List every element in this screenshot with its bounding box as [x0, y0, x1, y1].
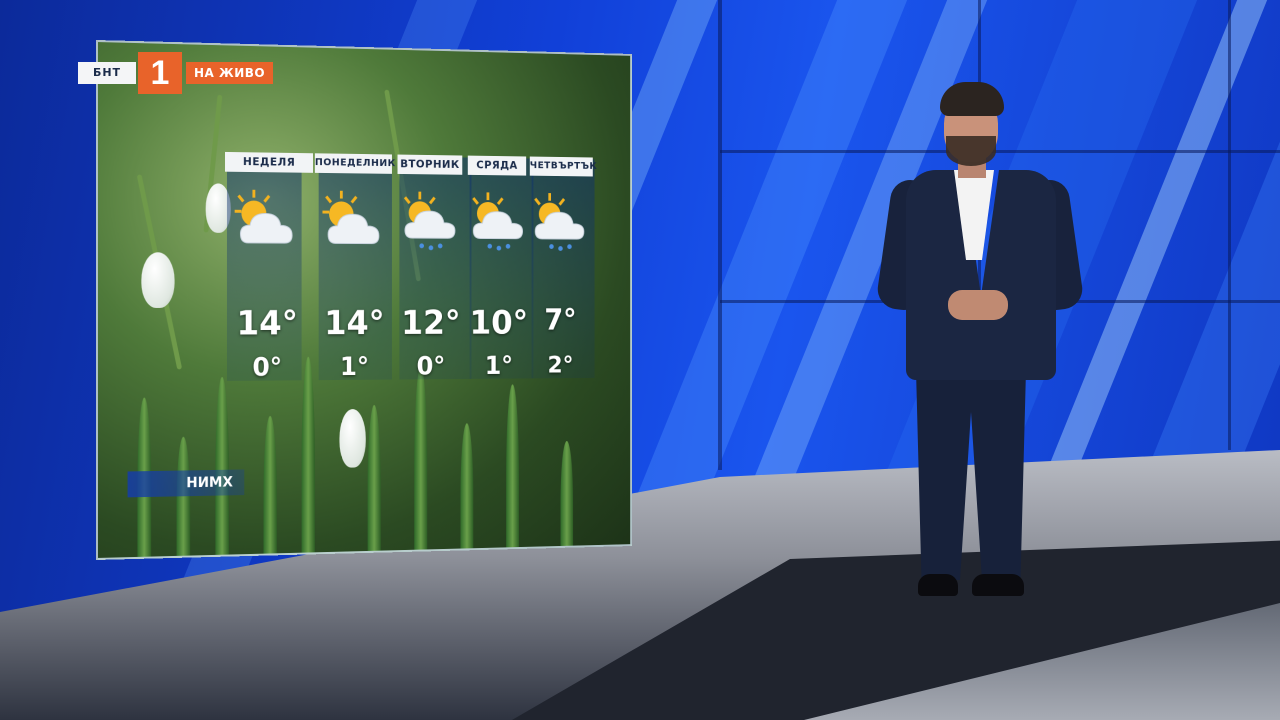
presenter-hands — [948, 290, 1008, 320]
forecast-video-wall: НЕДЕЛЯ 14° 0° ПОНЕДЕЛНИК 14° 1° ВТОРНИК … — [96, 40, 632, 560]
high-temperature: 14° — [236, 303, 298, 344]
day-label: ЧЕТВЪРТЪК — [529, 156, 597, 177]
day-label: НЕДЕЛЯ — [225, 151, 313, 173]
channel-logo: 1 — [138, 52, 182, 94]
data-source-label: НИМХ — [127, 469, 245, 498]
channel-name-strip: БНТ — [78, 62, 136, 84]
high-temperature: 7° — [544, 303, 577, 338]
low-temperature: 1° — [339, 352, 370, 382]
presenter-hair — [940, 82, 1004, 116]
sun-cloud-rain-icon — [398, 188, 468, 251]
presenter-beard — [946, 136, 996, 166]
day-label: ВТОРНИК — [397, 154, 463, 175]
wall-seam — [718, 0, 722, 470]
sun-cloud-rain-icon — [528, 189, 596, 251]
grass-blade — [414, 365, 428, 560]
grass-blade — [176, 436, 191, 560]
day-label: СРЯДА — [467, 155, 527, 176]
grass-blade — [367, 404, 381, 560]
low-temperature: 0° — [416, 352, 446, 382]
high-temperature: 10° — [469, 303, 529, 343]
grass-blade — [460, 423, 474, 560]
grass-blade — [263, 415, 277, 560]
presenter-shoe — [918, 574, 958, 596]
low-temperature: 0° — [252, 352, 283, 383]
low-temperature: 1° — [484, 351, 514, 381]
snowdrop-flower — [141, 252, 175, 308]
sun-cloud-rain-icon — [466, 188, 535, 251]
weather-presenter — [875, 80, 1085, 610]
high-temperature: 14° — [324, 303, 385, 343]
grass-blade — [215, 376, 229, 560]
presenter-legs — [916, 370, 1026, 580]
grass-blade — [560, 440, 574, 560]
presenter-shoe — [972, 574, 1024, 596]
wall-seam — [1228, 0, 1231, 450]
grass-blade — [506, 384, 519, 560]
high-temperature: 12° — [401, 303, 461, 343]
sun-behind-cloud-icon — [319, 187, 390, 256]
low-temperature: 2° — [547, 351, 574, 379]
day-label: ПОНЕДЕЛНИК — [314, 153, 396, 174]
snowdrop-flower — [339, 408, 366, 468]
sun-behind-cloud-icon — [231, 186, 304, 255]
grass-blade — [301, 356, 315, 560]
live-badge: НА ЖИВО — [186, 62, 274, 84]
